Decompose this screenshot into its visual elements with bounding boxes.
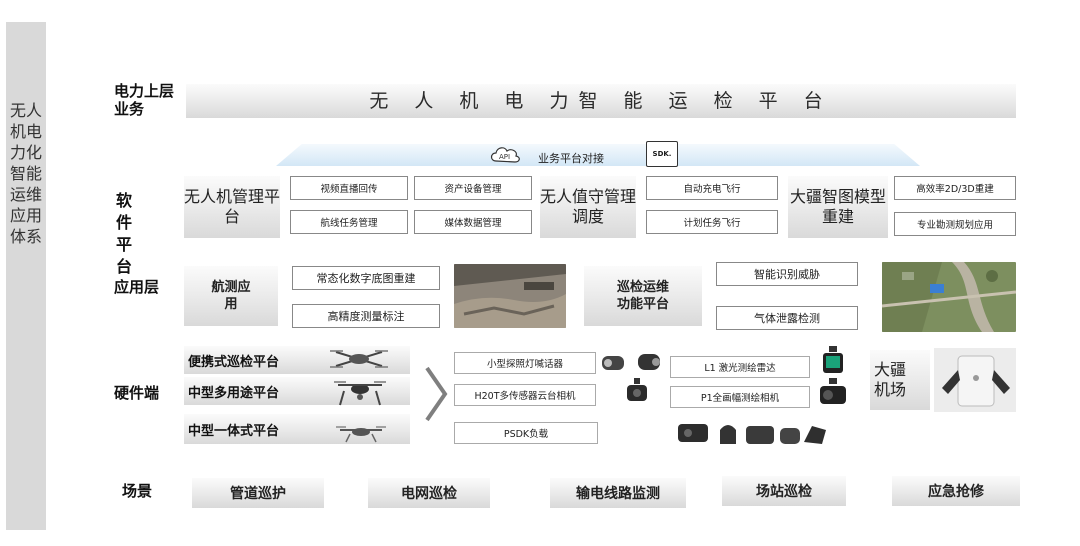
box-route-task: 航线任务管理	[290, 210, 408, 234]
section-label-upper: 电力上层业务	[114, 82, 175, 118]
box-gas-leak-detection: 气体泄露检测	[716, 306, 858, 330]
dji-dock-icon	[934, 348, 1016, 412]
box-precision-measurement: 高精度测量标注	[292, 304, 440, 328]
svg-text:API: API	[499, 153, 510, 161]
p1-camera-icon	[820, 378, 846, 404]
hw-medium-integrated-label: 中型一体式平台	[188, 423, 280, 439]
box-auto-charge-flight: 自动充电飞行	[646, 176, 778, 200]
l1-lidar-icon	[823, 346, 843, 373]
box-scheduled-flight: 计划任务飞行	[646, 210, 778, 234]
drone-integrated-icon	[336, 426, 386, 443]
box-l1-lidar: L1 激光测绘雷达	[670, 356, 810, 378]
api-band-label: 业务平台对接	[538, 152, 604, 165]
sidebar-title: 无人机电力化智能运维应用体系	[9, 101, 42, 246]
section-label-app: 应用层	[114, 278, 160, 296]
drone-mavic-icon	[330, 350, 388, 368]
drone-matrice-icon	[334, 381, 386, 406]
box-survey-planning: 专业勘测规划应用	[894, 212, 1016, 236]
dji-terra-reconstruction: 大疆智图模型重建	[788, 176, 888, 238]
inspection-platform-label: 巡检运维功能平台	[616, 280, 669, 312]
box-digital-basemap: 常态化数字底图重建	[292, 266, 440, 290]
box-video-live: 视频直播回传	[290, 176, 408, 200]
scene-power-grid: 电网巡检	[368, 478, 490, 508]
uav-management-platform: 无人机管理平台	[184, 176, 280, 238]
scene-pipeline: 管道巡护	[192, 478, 324, 508]
psdk-payload-devices-icon	[678, 424, 826, 444]
hw-portable-platform-label: 便携式巡检平台	[188, 354, 280, 370]
platform-title-bar: 无 人 机 电 力智 能 运 检 平 台	[186, 84, 1016, 118]
box-media-management: 媒体数据管理	[414, 210, 532, 234]
h20t-camera-icon	[627, 378, 647, 401]
sdk-icon: SDK.	[646, 141, 678, 167]
sidebar	[6, 22, 46, 530]
box-h20t-camera: H20T多传感器云台相机	[454, 384, 596, 406]
inspection-platform-bar: 巡检运维功能平台	[584, 266, 702, 326]
scene-emergency-repair: 应急抢修	[892, 476, 1020, 506]
dji-dock-bar: 大疆机场	[870, 350, 930, 410]
section-label-scene: 场景	[122, 482, 153, 500]
survey-application-label: 航测应用	[211, 280, 251, 312]
box-p1-camera: P1全画幅测绘相机	[670, 386, 810, 408]
box-spotlight-speaker: 小型探照灯喊话器	[454, 352, 596, 374]
aerial-map-photo	[882, 262, 1016, 332]
box-threat-recognition: 智能识别威胁	[716, 262, 858, 286]
dji-dock-label: 大疆机场	[874, 360, 907, 399]
scene-station: 场站巡检	[722, 476, 846, 506]
section-label-hardware: 硬件端	[114, 384, 160, 402]
scene-transmission-line: 输电线路监测	[550, 478, 686, 508]
hw-medium-multipurpose-label: 中型多用途平台	[188, 385, 280, 401]
box-2d3d-reconstruction: 高效率2D/3D重建	[894, 176, 1016, 200]
unattended-scheduling-platform: 无人值守管理调度	[540, 176, 636, 238]
cloud-api-icon: API	[490, 147, 520, 163]
construction-site-photo	[454, 264, 566, 328]
box-psdk-payload: PSDK负载	[454, 422, 598, 444]
survey-application-bar: 航测应用	[184, 266, 278, 326]
section-label-software: 软 件 平 台	[116, 191, 141, 276]
spotlight-speaker-icon	[602, 354, 660, 370]
chevron-right-icon	[425, 366, 448, 422]
box-asset-management: 资产设备管理	[414, 176, 532, 200]
